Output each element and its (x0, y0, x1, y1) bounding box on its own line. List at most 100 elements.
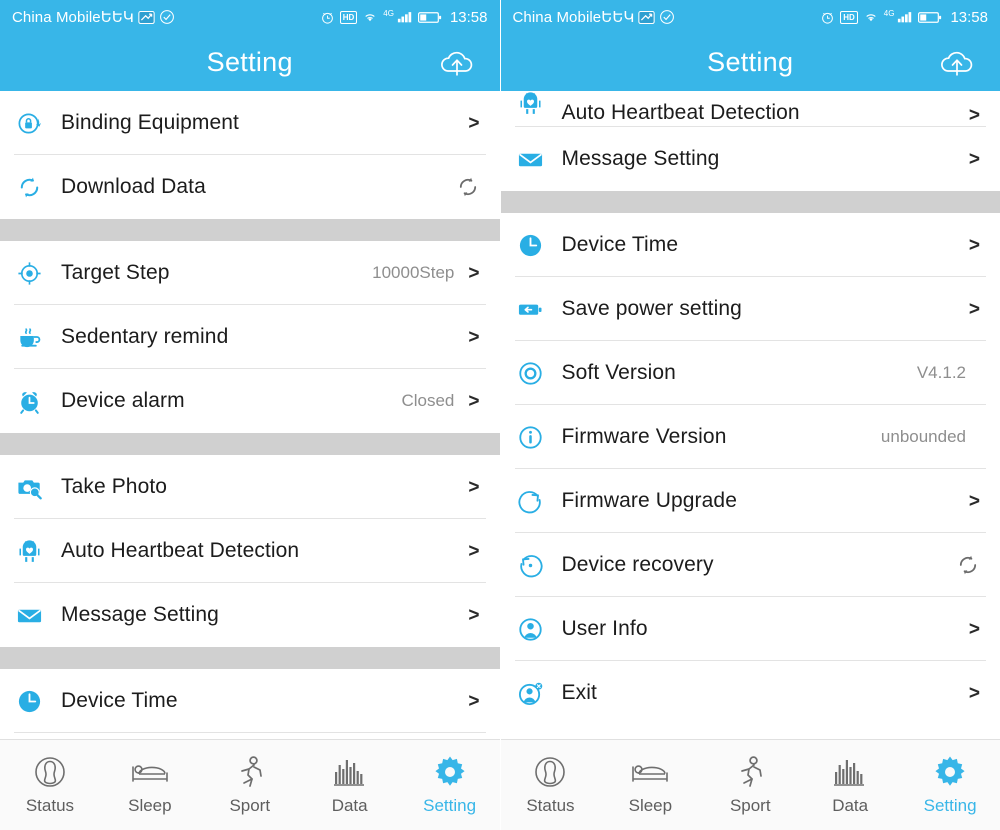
cloud-upload-icon[interactable] (936, 42, 978, 84)
tab-label: Sleep (628, 796, 673, 815)
list-item[interactable]: Download Data (0, 155, 500, 219)
data-transfer-icon (138, 9, 155, 26)
list-item[interactable]: Exit > (500, 661, 1000, 725)
list-item[interactable]: Binding Equipment > (0, 91, 500, 155)
list-item-label: Device recovery (561, 553, 714, 576)
list-item[interactable]: Target Step 10000Step > (0, 241, 500, 305)
list-item-label: Target Step (61, 261, 170, 284)
group-separator (500, 191, 1000, 213)
list-item-label: Device Time (561, 233, 679, 256)
tab-status[interactable]: Status (0, 754, 100, 816)
carrier-label: China MobileԵԵԿ (12, 9, 134, 26)
battery-icon (918, 11, 942, 24)
list-item[interactable]: Save power setting > (500, 277, 1000, 341)
list-item[interactable]: Firmware Version unbounded (500, 405, 1000, 469)
list-item[interactable]: Firmware Upgrade > (500, 469, 1000, 533)
status-bar-right: HD 4G 13:58 (320, 9, 488, 26)
tab-sleep[interactable]: Sleep (100, 754, 200, 816)
tab-label: Status (25, 796, 75, 815)
chevron-right-icon: > (468, 262, 480, 284)
group-separator (0, 433, 500, 455)
hd-badge-icon: HD (840, 10, 858, 24)
list-item[interactable]: Message Setting > (0, 583, 500, 647)
list-item[interactable]: Auto Heartbeat Detection > (500, 91, 1000, 127)
list-item-label: Save power setting (561, 297, 742, 320)
upgrade-circle-icon (517, 486, 553, 516)
phone-screen-right: China MobileԵԵԿ HD 4G 13:58 Setting Auto… (499, 0, 1000, 830)
wifi-icon (863, 10, 879, 24)
check-circle-icon (159, 9, 175, 25)
tab-sleep[interactable]: Sleep (600, 754, 700, 816)
chevron-right-icon: > (968, 298, 980, 320)
status-bar-right: HD 4G 13:58 (820, 9, 988, 26)
signal-bars-icon (897, 10, 913, 24)
heartbeat-robot-icon (16, 536, 52, 566)
list-item[interactable]: Device recovery (500, 533, 1000, 597)
refresh-action-icon[interactable] (456, 175, 480, 199)
clock-label: 13:58 (950, 8, 988, 26)
tab-sport[interactable]: Sport (700, 754, 800, 816)
list-item[interactable]: Soft Version V4.1.2 (500, 341, 1000, 405)
cloud-upload-icon[interactable] (436, 42, 478, 84)
list-item[interactable]: Auto Heartbeat Detection > (0, 519, 500, 583)
status-bar-left: China MobileԵԵԿ (513, 8, 676, 26)
heartbeat-robot-icon (517, 91, 553, 125)
clock-icon (517, 230, 553, 260)
bottom-tab-bar[interactable]: Status Sleep Sport Data Setting (500, 739, 1000, 830)
list-item[interactable]: Take Photo > (0, 455, 500, 519)
list-item-value: V4.1.2 (916, 363, 966, 382)
data-transfer-icon (638, 9, 656, 26)
chevron-right-icon: > (468, 540, 480, 562)
phone-screen-left: China MobileԵԵԿ HD 4G 13:58 Setting Bind… (0, 0, 500, 830)
refresh-action-icon[interactable] (956, 553, 980, 577)
row-divider (14, 732, 486, 733)
list-item-label: Soft Version (561, 361, 676, 384)
list-item-value: Closed (401, 391, 455, 410)
list-item-label: Device Time (61, 689, 178, 712)
tab-data[interactable]: Data (300, 754, 400, 816)
list-item-label: Device alarm (61, 389, 185, 412)
check-circle-icon (659, 9, 675, 25)
bottom-tab-bar[interactable]: Status Sleep Sport Data Setting (0, 739, 500, 830)
dual-screenshot-container: China MobileԵԵԿ HD 4G 13:58 Setting Bind… (0, 0, 1000, 830)
list-item[interactable]: User Info > (500, 597, 1000, 661)
page-title: Setting (206, 47, 293, 77)
signal-bars-icon (397, 10, 413, 24)
tab-label: Data (331, 796, 368, 815)
chevron-right-icon: > (468, 112, 480, 134)
list-item[interactable]: Device Time > (0, 669, 500, 733)
carrier-label: China MobileԵԵԿ (512, 9, 635, 26)
list-item-label: Exit (561, 681, 597, 704)
bed-icon (630, 754, 670, 790)
tab-label: Data (832, 796, 869, 815)
list-item[interactable]: Sedentary remind > (0, 305, 500, 369)
chevron-right-icon: > (468, 390, 480, 412)
running-icon (734, 754, 766, 790)
list-item[interactable]: Device Time > (500, 213, 1000, 277)
tab-sport[interactable]: Sport (200, 754, 300, 816)
lock-sync-icon (16, 108, 52, 138)
hd-badge-icon: HD (339, 10, 358, 24)
battery-save-icon (517, 294, 553, 324)
settings-list-right[interactable]: Auto Heartbeat Detection > Message Setti… (500, 91, 1000, 739)
settings-list-left[interactable]: Binding Equipment > Download Data Target… (0, 91, 500, 739)
list-item-value: 10000Step (372, 263, 455, 282)
network-type-label: 4G (883, 8, 895, 18)
user-exit-icon (517, 678, 553, 708)
tab-setting[interactable]: Setting (400, 754, 500, 816)
bed-icon (130, 754, 170, 790)
list-item-label: Firmware Version (561, 425, 727, 448)
tab-status[interactable]: Status (501, 754, 601, 816)
chevron-right-icon: > (968, 490, 980, 512)
list-item[interactable]: Message Setting > (500, 127, 1000, 191)
camera-icon (16, 472, 52, 502)
coffee-cup-icon (16, 322, 52, 352)
status-person-icon (32, 754, 68, 790)
list-item-label: Binding Equipment (61, 111, 239, 134)
tab-data[interactable]: Data (800, 754, 900, 816)
chevron-right-icon: > (468, 326, 480, 348)
list-item[interactable]: Device alarm Closed > (0, 369, 500, 433)
status-bar-left: China MobileԵԵԿ (12, 8, 175, 26)
alarm-icon (320, 10, 335, 25)
tab-setting[interactable]: Setting (900, 754, 1000, 816)
